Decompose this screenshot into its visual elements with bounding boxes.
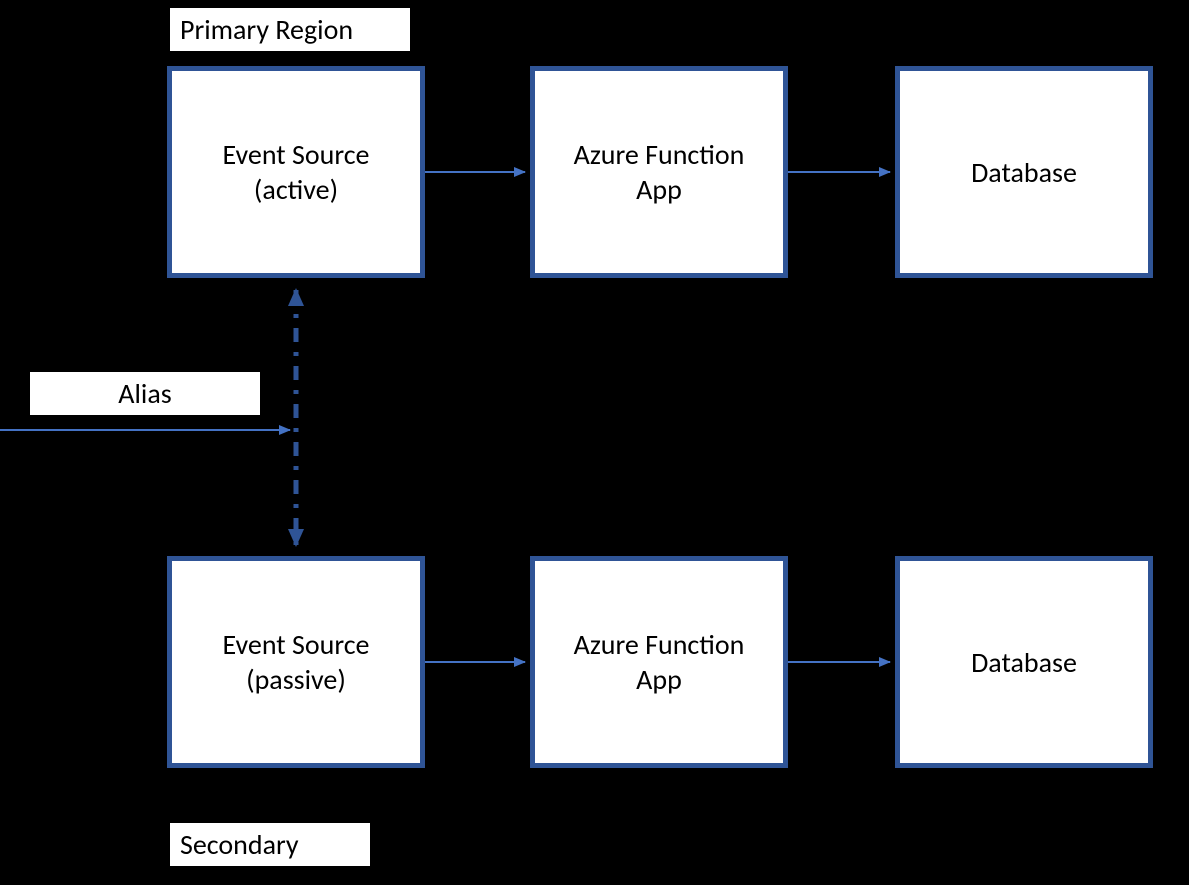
primary-function-app: Azure Function App <box>530 66 788 278</box>
primary-event-source: Event Source (active) <box>167 66 425 278</box>
alias-label: Alias <box>30 372 260 415</box>
primary-database: Database <box>895 66 1153 278</box>
primary-region-label: Primary Region <box>170 8 410 51</box>
secondary-database: Database <box>895 556 1153 768</box>
node-text: Azure Function App <box>574 627 745 697</box>
secondary-region-label: Secondary <box>170 823 370 866</box>
secondary-event-source: Event Source (passive) <box>167 556 425 768</box>
node-text: Azure Function App <box>574 137 745 207</box>
node-text: Database <box>971 645 1077 680</box>
node-text: Event Source (passive) <box>223 627 370 697</box>
node-text: Event Source (active) <box>223 137 370 207</box>
secondary-function-app: Azure Function App <box>530 556 788 768</box>
node-text: Database <box>971 155 1077 190</box>
